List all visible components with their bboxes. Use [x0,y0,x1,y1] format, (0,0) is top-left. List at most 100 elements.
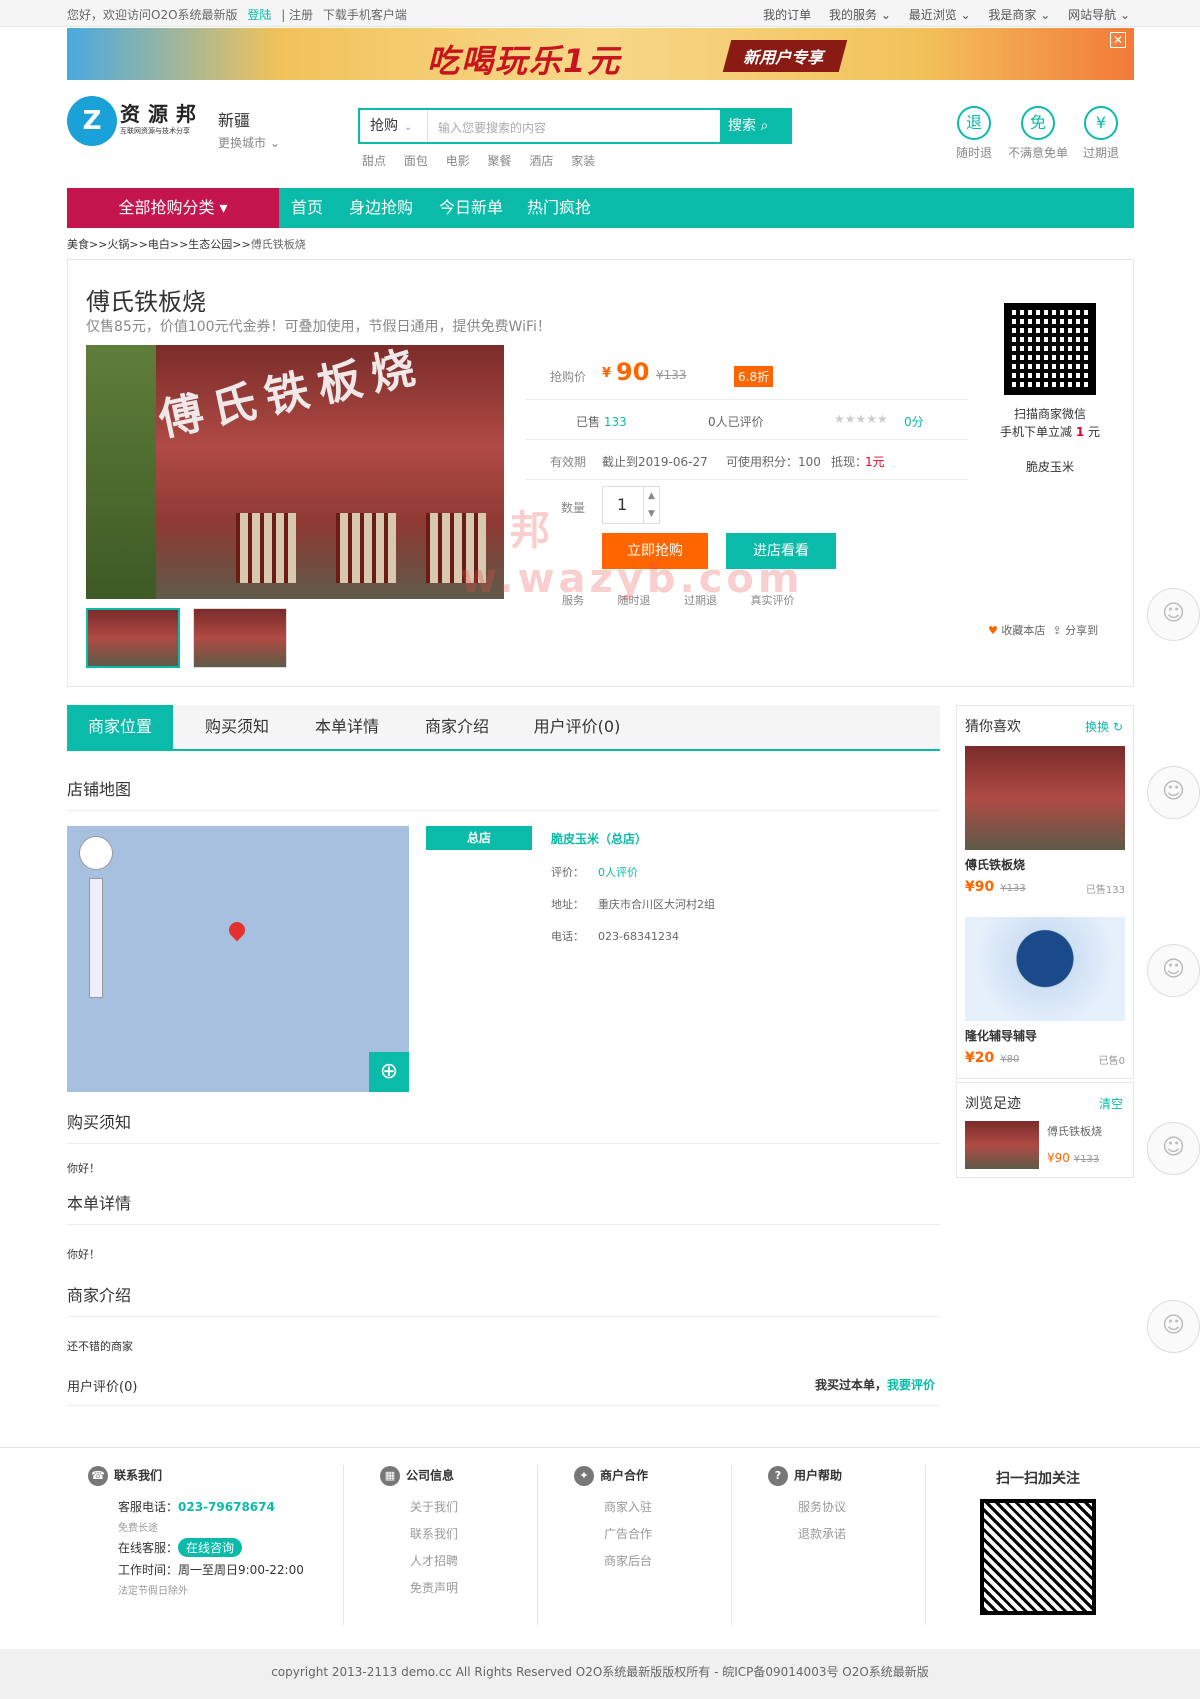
footer-help: ? 用户帮助 服务协议 退款承诺 [768,1466,846,1552]
favorite-link[interactable]: 收藏本店 [1001,624,1045,637]
rating-label: 评价： [551,866,584,879]
recommend-price: ¥90 [965,879,995,895]
promo-banner[interactable]: 吃喝玩乐1元 新用户专享 ✕ [67,28,1134,80]
support-avatar-icon[interactable]: ☺ [1147,1300,1200,1353]
hotword-link[interactable]: 酒店 [529,154,553,168]
nav-item-nearby[interactable]: 身边抢购 [349,188,413,228]
shop-map[interactable]: ⊕ [67,826,409,1092]
footer-link[interactable]: 免责声明 [410,1579,458,1596]
site-nav-link[interactable]: 网站导航 ⌄ [1068,8,1130,22]
footer-link[interactable]: 商家后台 [604,1552,652,1569]
recommend-image[interactable] [965,917,1125,1021]
hotword-link[interactable]: 电影 [446,154,470,168]
write-review-link[interactable]: 我要评价 [887,1378,935,1392]
share-link[interactable]: 分享到 [1065,624,1098,637]
merchant-qr-code [1004,303,1096,395]
footer-link[interactable]: 关于我们 [410,1498,458,1515]
footer-link[interactable]: 商家入驻 [604,1498,652,1515]
footer-link[interactable]: 人才招聘 [410,1552,458,1569]
service-expire-refund: 过期退 [684,594,717,607]
footer-link[interactable]: 联系我们 [410,1525,458,1542]
tab-buy-notice[interactable]: 购买须知 [187,705,287,749]
tab-detail[interactable]: 本单详情 [297,705,397,749]
login-link[interactable]: 登陆 [247,8,271,22]
main-nav: 全部抢购分类 ▾ 首页 身边抢购 今日新单 热门疯抢 [67,188,1134,228]
footer-link[interactable]: 广告合作 [604,1525,652,1542]
sold-number: 133 [603,415,627,429]
branch-name[interactable]: 脆皮玉米（总店） [551,830,647,847]
service-real-review: 真实评价 [750,594,795,607]
rating-value[interactable]: 0人评价 [598,866,638,879]
logo-icon[interactable]: Z [67,96,117,146]
recommend-image[interactable] [965,746,1125,850]
stepper-arrows-icon[interactable]: ▲ ▼ [643,487,659,523]
top-left: 您好，欢迎访问O2O系统最新版 登陆 | 注册 下载手机客户端 [67,6,413,23]
hotword-link[interactable]: 聚餐 [488,154,512,168]
map-pin-icon[interactable] [225,918,249,942]
hotword-link[interactable]: 面包 [404,154,428,168]
support-avatar-icon[interactable]: ☺ [1147,944,1200,997]
guess-you-like-panel: 猜你喜欢 换换 ↻ 傅氏铁板烧 ¥90 ¥133 已售133 隆化辅导辅导 ¥20 ¥8… [956,705,1134,1079]
map-pan-control[interactable] [79,836,113,870]
footer-link[interactable]: 退款承诺 [798,1525,846,1542]
all-categories-button[interactable]: 全部抢购分类 ▾ [67,188,279,228]
top-bar: 您好，欢迎访问O2O系统最新版 登陆 | 注册 下载手机客户端 我的订单 我的服… [0,0,1200,27]
online-consult-button[interactable]: 在线咨询 [178,1538,243,1557]
breadcrumb-path[interactable]: 美食>>火锅>>电白>>生态公园>> [67,238,251,251]
help-title: 用户帮助 [794,1468,843,1483]
visit-shop-button[interactable]: 进店看看 [726,533,836,569]
nav-item-hot[interactable]: 热门疯抢 [527,188,591,228]
map-zoom-slider[interactable] [89,878,103,998]
recommend-name[interactable]: 傅氏铁板烧 [957,850,1133,875]
support-avatar-icon[interactable]: ☺ [1147,1122,1200,1175]
my-orders-link[interactable]: 我的订单 [763,8,811,22]
nav-item-new[interactable]: 今日新单 [439,188,503,228]
promise-label: 不满意免单 [1008,146,1069,160]
branch-rating: 评价： 0人评价 [551,864,638,880]
search-type-select[interactable]: 抢购 ⌄ [360,110,428,142]
currency-symbol: ¥ [602,366,612,381]
tab-location[interactable]: 商家位置 [67,705,173,749]
recent-link[interactable]: 最近浏览 ⌄ [909,8,971,22]
search-input[interactable]: 输入您要搜索的内容 [438,119,546,136]
support-avatar-icon[interactable]: ☺ [1147,766,1200,819]
history-thumb[interactable] [965,1121,1039,1169]
photo-thumb[interactable] [193,608,287,668]
hot-words: 甜点 面包 电影 聚餐 酒店 家装 [362,152,609,169]
recommend-name[interactable]: 隆化辅导辅导 [957,1021,1133,1046]
search-button[interactable]: 搜索 ⌕ [722,108,792,144]
service-label: 服务 [562,594,584,607]
hotword-link[interactable]: 家装 [571,154,595,168]
close-icon[interactable]: ✕ [1110,32,1126,48]
buy-now-button[interactable]: 立即抢购 [602,533,708,569]
quantity-value: 1 [617,495,628,514]
price-row: 抢购价 ¥ 90 ¥133 6.8折 [526,358,968,400]
logo-subtitle: 互联网资源与技术分享 [120,127,190,135]
tab-intro[interactable]: 商家介绍 [407,705,507,749]
zoom-in-icon[interactable]: ⊕ [369,1052,409,1092]
history-name[interactable]: 傅氏铁板烧 [1047,1123,1102,1139]
my-service-link[interactable]: 我的服务 ⌄ [829,8,891,22]
branch-address: 地址： 重庆市合川区大河村2组 [551,896,715,912]
tab-reviews[interactable]: 用户评价(0) [517,705,637,749]
logo-text[interactable]: 资源邦 [120,98,204,127]
hotword-link[interactable]: 甜点 [362,154,386,168]
quantity-stepper[interactable]: 1 ▲ ▼ [602,486,660,524]
register-link[interactable]: | 注册 [281,8,313,22]
top-right: 我的订单 我的服务 ⌄ 最近浏览 ⌄ 我是商家 ⌄ 网站导航 ⌄ [749,6,1130,23]
qr-line1: 扫描商家微信 [1013,407,1086,421]
fav-share-row: ♥ 收藏本店 ⇪ 分享到 [988,622,1098,638]
heart-icon: ♥ [988,624,998,637]
footer-link[interactable]: 服务协议 [798,1498,846,1515]
support-avatar-icon[interactable]: ☺ [1147,588,1200,641]
photo-thumb[interactable] [86,608,180,668]
score: 0分 [904,415,924,429]
merchant-link[interactable]: 我是商家 ⌄ [988,8,1050,22]
change-city-link[interactable]: 更换城市 ⌄ [218,134,280,151]
download-link[interactable]: 下载手机客户端 [323,8,407,22]
promise-label: 过期退 [1082,146,1119,160]
nav-item-home[interactable]: 首页 [291,188,323,228]
clear-history-link[interactable]: 清空 [1099,1095,1123,1112]
shop-sign: 傅氏铁板烧 [154,345,430,447]
refresh-link[interactable]: 换换 ↻ [1085,718,1123,735]
